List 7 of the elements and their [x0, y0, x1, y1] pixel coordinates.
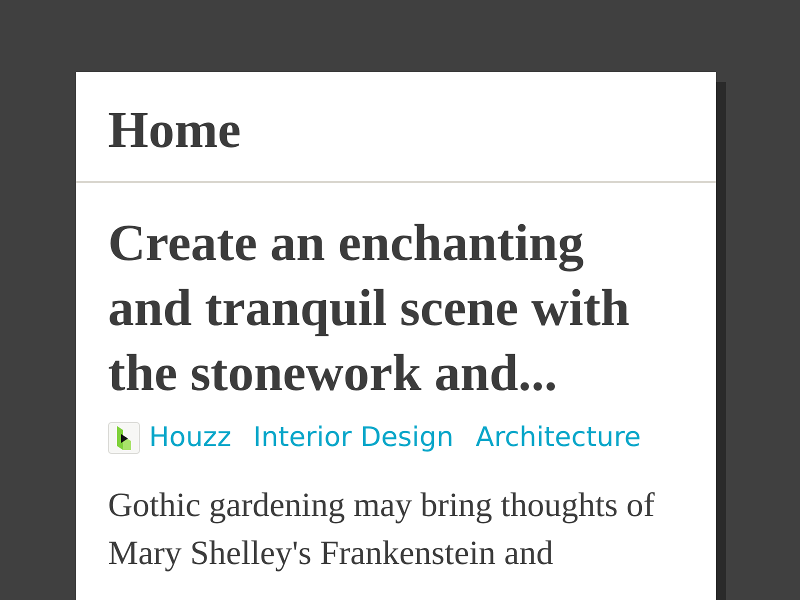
- category-link[interactable]: Interior Design: [253, 422, 454, 454]
- article-title[interactable]: Create an enchanting and tranquil scene with the stonework and...: [108, 211, 658, 406]
- logo-icon: [108, 422, 140, 454]
- source-link[interactable]: Houzz: [149, 422, 232, 454]
- article-excerpt: Gothic gardening may bring thoughts of Mary Shelley's Frankenstein and: [108, 486, 656, 574]
- page-title: Home: [108, 105, 241, 157]
- category-link[interactable]: Architecture: [476, 422, 641, 454]
